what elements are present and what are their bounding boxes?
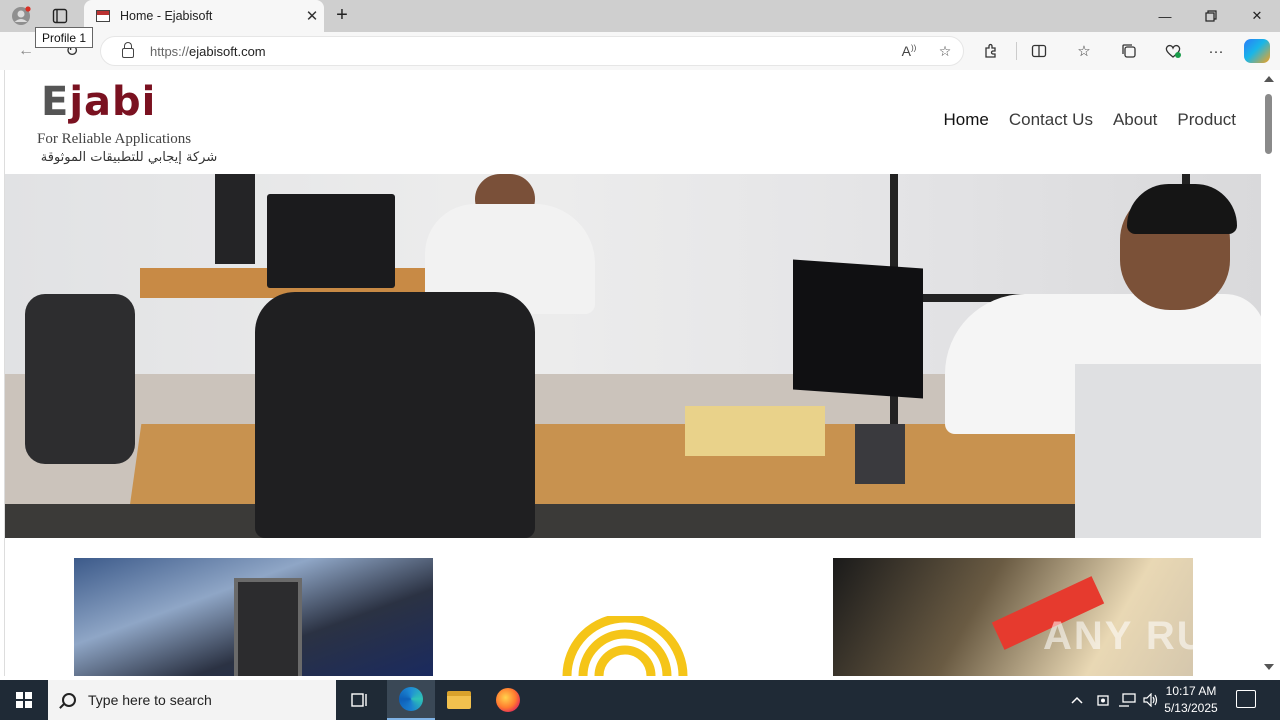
site-favicon-icon (96, 10, 110, 22)
volume-icon[interactable] (1142, 680, 1160, 720)
read-aloud-icon[interactable]: A)) (891, 43, 927, 59)
taskbar-firefox[interactable] (484, 680, 532, 720)
clock-date: 5/13/2025 (1164, 701, 1218, 715)
site-logo[interactable]: Ejabi For Reliable Applications شركة إيج… (27, 80, 237, 172)
windows-logo-icon (16, 692, 32, 708)
url-text[interactable]: https://ejabisoft.com (150, 44, 891, 59)
extensions-icon[interactable] (978, 40, 1004, 62)
hero-office-photo (5, 174, 1262, 538)
favorite-star-icon[interactable]: ☆ (927, 43, 963, 60)
anyrun-watermark: ANY RUN (1043, 614, 1239, 658)
browser-essentials-icon[interactable] (1160, 40, 1186, 62)
logo-tagline: For Reliable Applications (37, 131, 192, 147)
nav-home[interactable]: Home (944, 110, 989, 130)
favorites-icon[interactable]: ☆ (1071, 40, 1097, 62)
copilot-icon[interactable] (1244, 39, 1270, 63)
address-bar[interactable]: https://ejabisoft.com A)) ☆ (100, 36, 964, 66)
browser-tab-active[interactable]: Home - Ejabisoft ✕ (84, 0, 324, 32)
restore-icon[interactable] (1188, 0, 1234, 32)
task-view-icon[interactable] (336, 680, 384, 720)
lock-icon (122, 42, 134, 58)
scroll-up-icon[interactable] (1264, 76, 1274, 82)
toolbar-separator (1016, 42, 1017, 60)
address-toolbar: ← ↻ https://ejabisoft.com A)) ☆ ☆ ··· (0, 32, 1280, 70)
close-tab-icon[interactable]: ✕ (300, 7, 324, 25)
security-tray-icon[interactable] (1096, 680, 1110, 720)
page-viewport: Ejabi For Reliable Applications شركة إيج… (4, 70, 1276, 676)
tray-overflow-icon[interactable] (1070, 680, 1084, 720)
nav-product[interactable]: Product (1177, 110, 1236, 130)
scroll-thumb[interactable] (1265, 94, 1272, 154)
more-options-icon[interactable]: ··· (1203, 40, 1229, 62)
folder-icon (447, 691, 471, 709)
tab-title: Home - Ejabisoft (120, 9, 213, 23)
clock-time: 10:17 AM (1165, 684, 1217, 698)
split-screen-icon[interactable] (1026, 40, 1052, 62)
nav-contact-us[interactable]: Contact Us (1009, 110, 1093, 130)
notifications-icon[interactable] (1236, 690, 1256, 708)
tab-actions-icon[interactable] (47, 4, 73, 28)
close-window-icon[interactable]: ✕ (1234, 0, 1280, 32)
collections-icon[interactable] (1116, 40, 1142, 62)
search-icon (62, 693, 76, 707)
windows-taskbar: Type here to search 10:17 AM 5/13/2025 (0, 680, 1280, 720)
yellow-arcs-logo-icon (562, 613, 688, 676)
taskbar-search-placeholder: Type here to search (88, 692, 212, 708)
nav-about[interactable]: About (1113, 110, 1157, 130)
card-machine-vision-image[interactable] (74, 558, 433, 676)
new-tab-icon[interactable]: + (330, 4, 354, 28)
card-yellow-logo[interactable] (545, 613, 705, 676)
minimize-icon[interactable]: — (1142, 0, 1188, 32)
logo-wordmark: Ejabi (41, 79, 157, 125)
profile-avatar-icon[interactable] (8, 4, 34, 28)
logo-arabic-tagline: شركة إيجابي للتطبيقات الموثوقة (40, 150, 218, 165)
taskbar-edge[interactable] (387, 680, 435, 720)
taskbar-search-box[interactable]: Type here to search (48, 680, 336, 720)
taskbar-clock[interactable]: 10:17 AM 5/13/2025 (1160, 683, 1222, 717)
network-icon[interactable] (1118, 680, 1136, 720)
edge-icon (399, 687, 423, 711)
scroll-down-icon[interactable] (1264, 664, 1274, 670)
taskbar-file-explorer[interactable] (435, 680, 483, 720)
start-button[interactable] (0, 680, 48, 720)
page-scrollbar[interactable] (1261, 70, 1276, 676)
profile-tooltip: Profile 1 (35, 27, 93, 48)
browser-tab-strip: Home - Ejabisoft ✕ + — ✕ (0, 0, 1280, 32)
firefox-icon (496, 688, 520, 712)
main-navigation: Home Contact Us About Product (944, 110, 1236, 130)
